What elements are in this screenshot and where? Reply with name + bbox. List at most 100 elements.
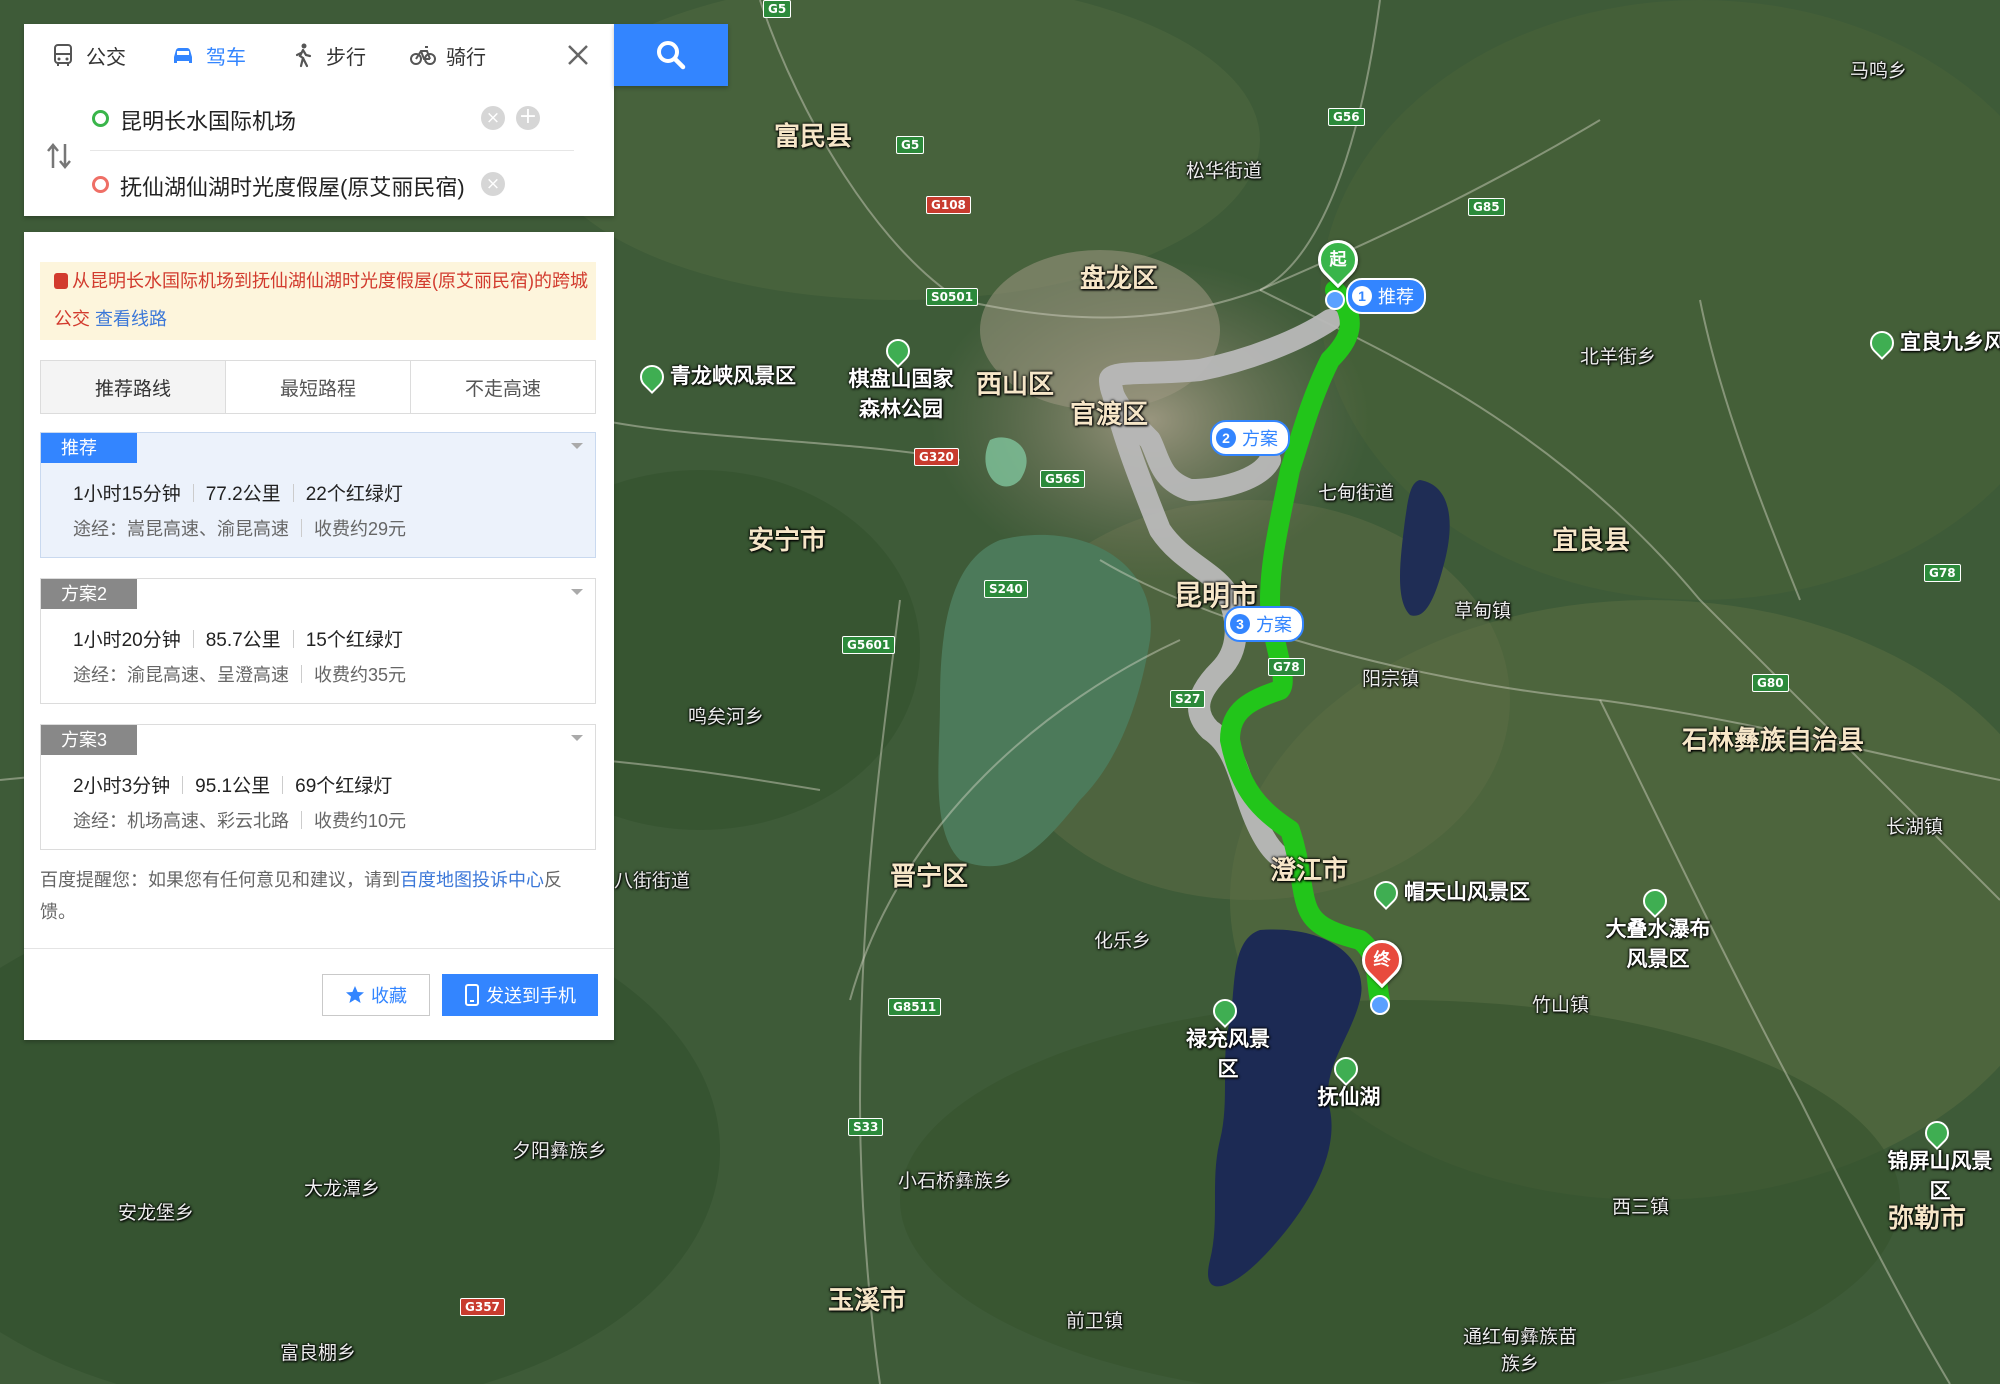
tab-walk[interactable]: 步行: [264, 24, 384, 86]
route-number: 2: [1216, 428, 1236, 448]
route-bubble-label: 推荐: [1378, 287, 1414, 307]
route-bubble-plan3[interactable]: 3 方案: [1224, 606, 1304, 642]
plan-distance: 77.2公里: [205, 484, 281, 505]
plan-tag: 方案3: [41, 725, 137, 755]
poi-label[interactable]: 帽天山风景区: [1369, 876, 1530, 910]
route-bubble-plan2[interactable]: 2 方案: [1210, 420, 1290, 456]
plan-details: 途经：嵩昆高速、渝昆高速 收费约29元: [73, 515, 406, 541]
poi-tree-icon: [881, 334, 915, 368]
route-bubble-label: 方案: [1242, 429, 1278, 449]
town-label: 长湖镇: [1886, 816, 1944, 838]
plan-time: 1小时20分钟: [73, 630, 181, 651]
view-lines-link[interactable]: 查看线路: [95, 309, 167, 329]
poi-label[interactable]: 青龙峡风景区: [635, 360, 796, 394]
end-location-field[interactable]: 抚仙湖仙湖时光度假屋(原艾丽民宿) ×: [24, 152, 614, 216]
tab-no-highway[interactable]: 不走高速: [410, 361, 595, 413]
poi-name: 帽天山风景区: [1404, 880, 1530, 904]
road-shield: S27: [1170, 690, 1206, 708]
poi-name: 青龙峡风景区: [670, 364, 796, 388]
town-label: 七甸街道: [1318, 482, 1395, 504]
plan-details: 途经：渝昆高速、呈澄高速 收费约35元: [73, 661, 406, 687]
start-location-field[interactable]: 昆明长水国际机场 × +: [24, 86, 614, 150]
send-to-phone-button[interactable]: 发送到手机: [442, 974, 598, 1016]
poi-label[interactable]: 抚仙湖: [1314, 1052, 1384, 1111]
route-plan-3[interactable]: 方案3 2小时3分钟 95.1公里 69个红绿灯 途经：机场高速、彩云北路 收费约10…: [40, 724, 596, 850]
town-label: 化乐乡: [1094, 930, 1152, 952]
star-icon: [346, 986, 364, 1003]
road-shield: S0501: [926, 288, 979, 306]
tab-bus[interactable]: 公交: [24, 24, 144, 86]
plan-tag: 推荐: [41, 433, 137, 463]
plan-time: 1小时15分钟: [73, 484, 181, 505]
road-shield: G56S: [1040, 470, 1086, 488]
road-shield: G78: [1268, 658, 1305, 676]
plan-details: 途经：机场高速、彩云北路 收费约10元: [73, 807, 406, 833]
route-bubble-recommended[interactable]: 1 推荐: [1346, 278, 1426, 314]
chevron-down-icon[interactable]: [571, 589, 583, 595]
add-waypoint-button[interactable]: +: [516, 106, 540, 130]
tab-recommended[interactable]: 推荐路线: [41, 361, 225, 413]
bus-icon: [54, 44, 72, 66]
bus-icon: [54, 273, 68, 289]
travel-mode-tabs: 公交 驾车 步行 骑行: [24, 24, 552, 86]
plan-summary: 2小时3分钟 95.1公里 69个红绿灯: [73, 771, 392, 798]
city-label: 富民县: [774, 122, 853, 152]
city-label: 安宁市: [748, 526, 827, 556]
clear-start-button[interactable]: ×: [481, 106, 505, 130]
town-label: 大龙潭乡: [304, 1178, 381, 1200]
favorite-button[interactable]: 收藏: [322, 974, 430, 1016]
route-bubble-label: 方案: [1256, 615, 1292, 635]
road-shield: G80: [1752, 674, 1789, 692]
poi-label[interactable]: 禄充风景区: [1178, 994, 1278, 1083]
plan-summary: 1小时20分钟 85.7公里 15个红绿灯: [73, 625, 403, 652]
route-number: 1: [1352, 286, 1372, 306]
route-plan-2[interactable]: 方案2 1小时20分钟 85.7公里 15个红绿灯 途经：渝昆高速、呈澄高速 收费约3…: [40, 578, 596, 704]
town-label: 小石桥彝族乡: [898, 1170, 1013, 1192]
plan-summary: 1小时15分钟 77.2公里 22个红绿灯: [73, 479, 403, 506]
city-label: 玉溪市: [828, 1286, 907, 1316]
road-shield: G320: [914, 448, 959, 466]
input-divider: [90, 150, 574, 151]
end-location-text[interactable]: 抚仙湖仙湖时光度假屋(原艾丽民宿): [120, 170, 465, 202]
clear-end-button[interactable]: ×: [481, 172, 505, 196]
road-shield: G5601: [842, 636, 896, 654]
town-label: 北羊街乡: [1580, 346, 1657, 368]
end-dot-icon: [92, 176, 109, 193]
poi-tree-icon: [1329, 1052, 1363, 1086]
city-label: 宜良县: [1552, 526, 1631, 556]
town-label: 马鸣乡: [1850, 60, 1908, 82]
send-label: 发送到手机: [486, 986, 576, 1006]
poi-name: 大叠水瀑布风景区: [1605, 917, 1711, 971]
chevron-down-icon[interactable]: [571, 735, 583, 741]
end-marker-label: 终: [1373, 950, 1391, 970]
poi-label[interactable]: 锦屏山风景区: [1880, 1116, 2000, 1205]
plan-lights: 69个红绿灯: [295, 776, 393, 797]
poi-label[interactable]: 宜良九乡风: [1865, 326, 2000, 360]
poi-name: 锦屏山风景区: [1887, 1149, 1993, 1203]
tab-drive[interactable]: 驾车: [144, 24, 264, 86]
poi-label[interactable]: 大叠水瀑布风景区: [1604, 884, 1712, 973]
search-icon: [657, 41, 686, 70]
poi-label[interactable]: 棋盘山国家森林公园: [846, 334, 956, 423]
town-label: 通红甸彝族苗族乡: [1462, 1326, 1577, 1375]
complaint-center-link[interactable]: 百度地图投诉中心: [400, 870, 544, 890]
close-icon[interactable]: [564, 41, 592, 69]
tab-bike[interactable]: 骑行: [384, 24, 504, 86]
plan-toll: 收费约10元: [314, 811, 407, 831]
chevron-down-icon[interactable]: [571, 443, 583, 449]
city-label: 盘龙区: [1080, 264, 1159, 294]
start-marker-label: 起: [1329, 250, 1347, 270]
road-shield: G78: [1924, 564, 1961, 582]
town-label: 松华街道: [1186, 160, 1263, 182]
town-label: 前卫镇: [1066, 1310, 1124, 1332]
poi-tree-icon: [1920, 1116, 1954, 1150]
poi-tree-icon: [635, 360, 669, 394]
plan-via: 途经：机场高速、彩云北路: [73, 811, 289, 831]
tab-shortest[interactable]: 最短路程: [225, 361, 410, 413]
plan-via: 途经：嵩昆高速、渝昆高速: [73, 519, 289, 539]
route-plan-1[interactable]: 推荐 1小时15分钟 77.2公里 22个红绿灯 途经：嵩昆高速、渝昆高速 收费约29…: [40, 432, 596, 558]
search-button[interactable]: [614, 24, 728, 86]
poi-name: 禄充风景区: [1186, 1027, 1270, 1081]
plan-toll: 收费约29元: [314, 519, 407, 539]
start-location-text[interactable]: 昆明长水国际机场: [120, 104, 296, 136]
